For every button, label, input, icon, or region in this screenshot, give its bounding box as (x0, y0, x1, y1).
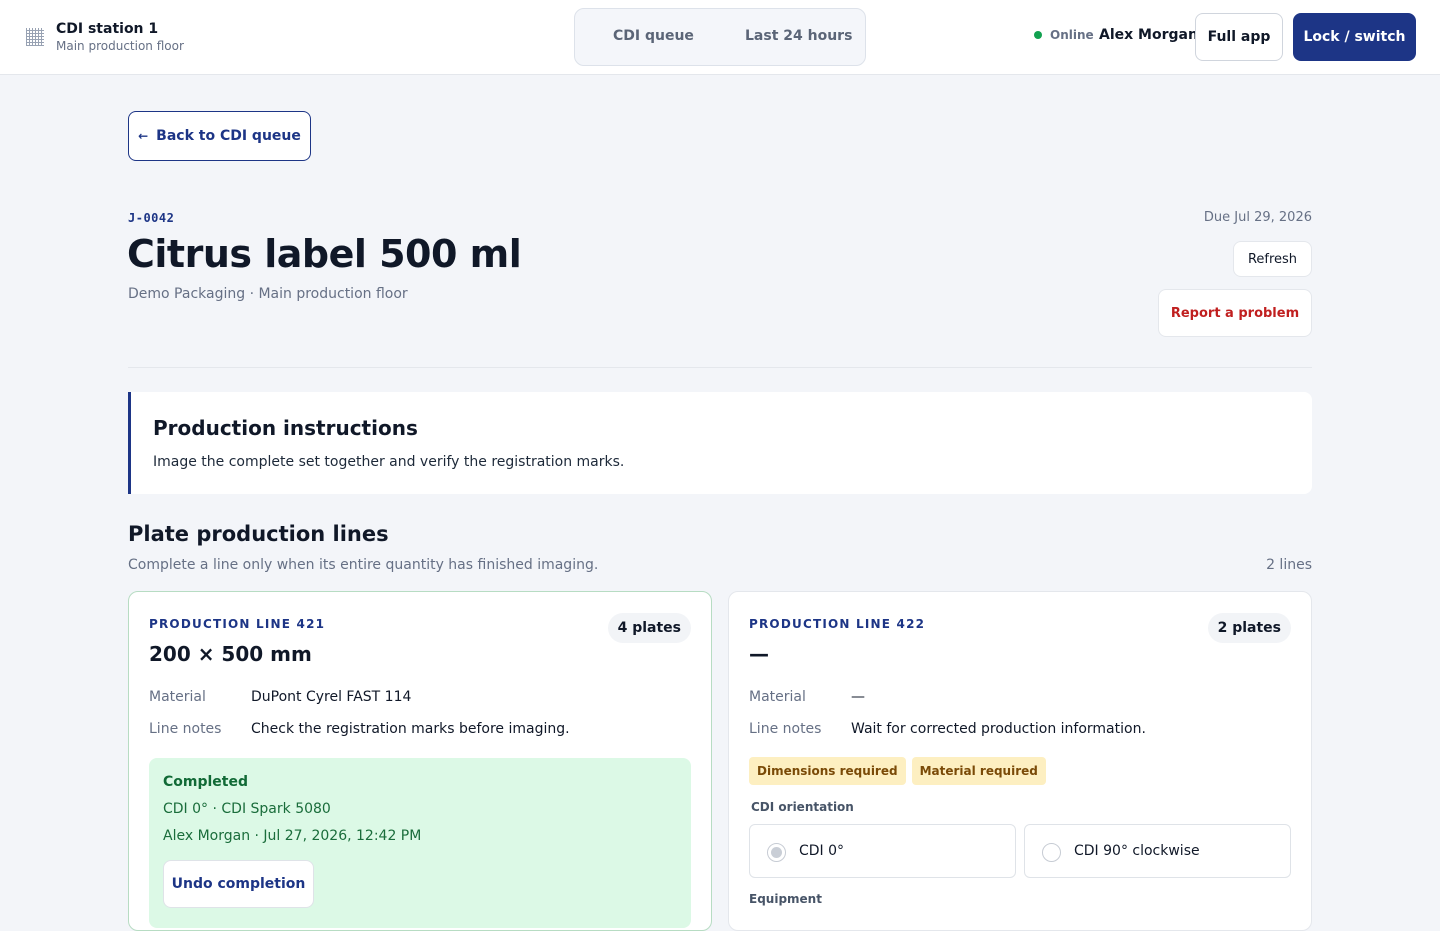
station-title: CDI station 1 (56, 21, 159, 37)
divider (128, 367, 1312, 368)
refresh-button[interactable]: Refresh (1233, 241, 1312, 277)
production-line-card: PRODUCTION LINE 422 2 plates — Material … (728, 591, 1312, 931)
equipment-label: Equipment (749, 892, 822, 906)
tab-cdi-queue[interactable]: CDI queue (613, 28, 694, 44)
radio-icon[interactable] (1042, 843, 1061, 862)
notes-label: Line notes (149, 721, 222, 737)
notes-label: Line notes (749, 721, 822, 737)
instructions-body: Image the complete set together and veri… (153, 454, 625, 470)
tab-last-24-hours[interactable]: Last 24 hours (745, 28, 852, 44)
material-label: Material (749, 689, 806, 705)
production-line-card: PRODUCTION LINE 421 4 plates 200 × 500 m… (128, 591, 712, 931)
notes-value: Check the registration marks before imag… (251, 721, 570, 737)
plates-badge: 4 plates (607, 613, 691, 643)
back-label: Back to CDI queue (156, 128, 301, 144)
material-label: Material (149, 689, 206, 705)
back-to-queue-button[interactable]: ← Back to CDI queue (128, 111, 311, 161)
orientation-option-90[interactable]: CDI 90° clockwise (1024, 824, 1291, 878)
option-label: CDI 90° clockwise (1074, 843, 1200, 859)
orientation-option-0[interactable]: CDI 0° (749, 824, 1016, 878)
material-required-badge: Material required (911, 757, 1046, 785)
full-app-button[interactable]: Full app (1195, 13, 1283, 61)
report-problem-button[interactable]: Report a problem (1158, 289, 1312, 337)
line-dimensions: — (749, 642, 769, 666)
arrow-left-icon: ← (138, 129, 149, 143)
due-date: Due Jul 29, 2026 (1203, 210, 1312, 225)
online-dot-icon (1034, 31, 1042, 39)
station-brand: CDI station 1 Main production floor (26, 20, 184, 54)
lines-count: 2 lines (1266, 557, 1312, 573)
undo-completion-button[interactable]: Undo completion (163, 860, 314, 908)
radio-icon[interactable] (767, 843, 786, 862)
dimensions-required-badge: Dimensions required (749, 757, 906, 785)
completion-user-time: Alex Morgan · Jul 27, 2026, 12:42 PM (163, 828, 422, 844)
status-text: Online (1050, 28, 1094, 42)
plates-badge: 2 plates (1207, 613, 1291, 643)
production-instructions: Production instructions Image the comple… (128, 392, 1312, 494)
material-value: — (851, 689, 865, 705)
user-name: Alex Morgan (1099, 27, 1198, 43)
lines-section-title: Plate production lines (128, 522, 389, 546)
option-label: CDI 0° (799, 843, 845, 859)
job-subtitle: Demo Packaging · Main production floor (128, 286, 408, 302)
view-segment: CDI queue Last 24 hours (574, 8, 866, 66)
completion-equipment: CDI 0° · CDI Spark 5080 (163, 801, 331, 817)
station-subtitle: Main production floor (56, 39, 184, 53)
line-label: PRODUCTION LINE 421 (149, 617, 326, 631)
material-value: DuPont Cyrel FAST 114 (251, 689, 412, 705)
requirement-tags: Dimensions required Material required (749, 757, 1046, 785)
instructions-title: Production instructions (153, 416, 418, 440)
top-bar: CDI station 1 Main production floor CDI … (0, 0, 1440, 75)
page-title: Citrus label 500 ml (127, 232, 522, 276)
line-dimensions: 200 × 500 mm (149, 642, 312, 666)
notes-value: Wait for corrected production informatio… (851, 721, 1146, 737)
orientation-label: CDI orientation (751, 800, 854, 814)
lock-switch-button[interactable]: Lock / switch (1293, 13, 1416, 61)
completed-title: Completed (163, 774, 249, 790)
connection-status: Online (1034, 28, 1094, 42)
lines-section-subtitle: Complete a line only when its entire qua… (128, 557, 599, 573)
station-grid-icon (26, 28, 44, 46)
job-id: J-0042 (128, 211, 175, 225)
completion-panel: Completed CDI 0° · CDI Spark 5080 Alex M… (149, 758, 691, 928)
line-label: PRODUCTION LINE 422 (749, 617, 926, 631)
